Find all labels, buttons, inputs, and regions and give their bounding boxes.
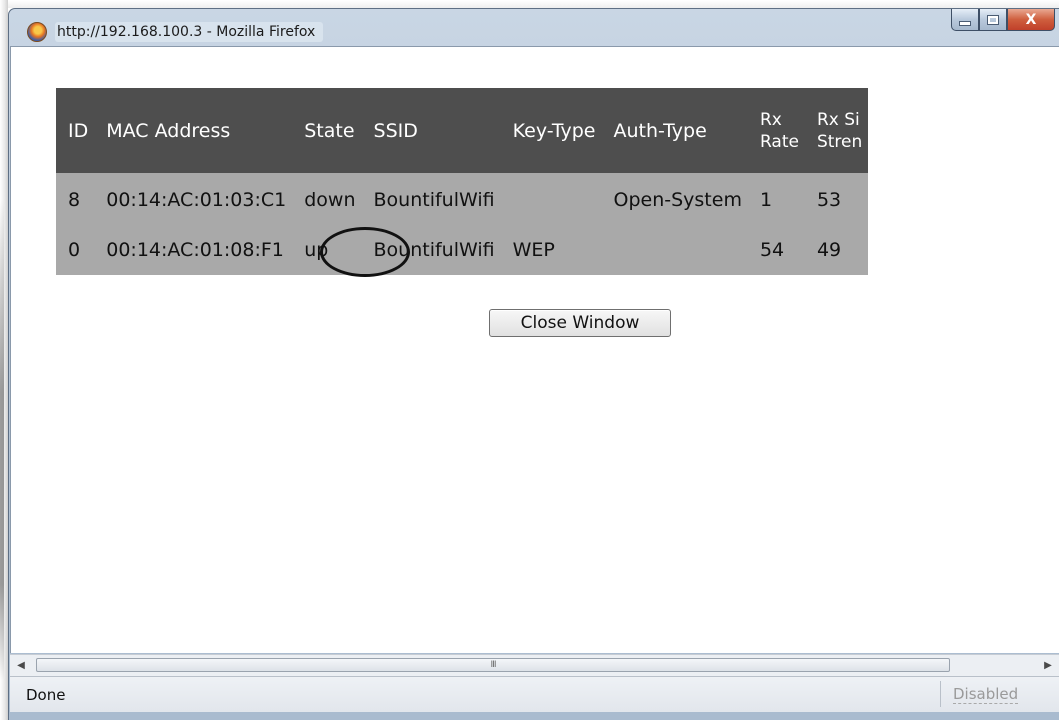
column-header-auth-type: Auth-Type	[613, 119, 707, 142]
column-header-id: ID	[68, 119, 89, 142]
maximize-button[interactable]	[979, 9, 1007, 31]
cell-rx-signal: 49	[816, 239, 842, 261]
table-row: 8 00:14:AC:01:03:C1 down BountifulWifi O…	[56, 173, 868, 225]
scrollbar-thumb[interactable]: III	[36, 658, 950, 672]
close-icon: X	[1025, 11, 1037, 28]
desktop-background-top	[0, 0, 1059, 8]
cell-mac: 00:14:AC:01:08:F1	[106, 239, 284, 261]
cell-key-type: WEP	[512, 239, 555, 261]
cell-rx-signal: 53	[816, 189, 842, 211]
column-header-rx-signal: Rx Si Stren	[816, 109, 863, 152]
status-text: Done	[26, 686, 66, 704]
column-header-state: State	[304, 119, 355, 142]
page-content: ID MAC Address State SSID Key-Type Auth-…	[10, 46, 1059, 653]
status-disabled-indicator[interactable]: Disabled	[953, 686, 1019, 704]
cell-state: up	[304, 239, 329, 261]
cell-id: 0	[68, 239, 81, 261]
scroll-left-arrow-icon[interactable]: ◀	[10, 655, 32, 676]
cell-key-type	[501, 173, 602, 225]
cell-mac: 00:14:AC:01:03:C1	[106, 189, 287, 211]
cell-ssid: BountifulWifi	[373, 239, 495, 261]
wireless-clients-table: ID MAC Address State SSID Key-Type Auth-…	[56, 88, 869, 275]
firefox-icon	[27, 22, 47, 42]
window-shadow	[0, 200, 4, 680]
column-header-rx-rate: Rx Rate	[759, 109, 799, 152]
cell-id: 8	[68, 189, 81, 211]
cell-rx-rate: 54	[759, 239, 785, 261]
table-row: 0 00:14:AC:01:08:F1 up BountifulWifi WEP…	[56, 225, 868, 275]
cell-ssid: BountifulWifi	[373, 189, 495, 211]
close-window-button[interactable]: Close Window	[489, 309, 671, 337]
column-header-mac: MAC Address	[106, 119, 231, 142]
table-header-row: ID MAC Address State SSID Key-Type Auth-…	[56, 88, 869, 173]
cell-auth-type	[602, 225, 748, 275]
cell-rx-rate: 1	[759, 189, 773, 211]
cell-auth-type: Open-System	[613, 189, 742, 211]
cell-state: down	[304, 189, 356, 211]
scrollbar-grip-icon: III	[490, 660, 497, 670]
minimize-icon	[959, 20, 971, 26]
horizontal-scrollbar[interactable]: ◀ III ▶	[10, 654, 1059, 676]
status-divider	[940, 681, 941, 707]
column-header-ssid: SSID	[373, 119, 418, 142]
window-title: http://192.168.100.3 - Mozilla Firefox	[55, 22, 324, 42]
window-controls: X	[951, 9, 1055, 31]
status-bar: Done Disabled	[10, 676, 1059, 712]
maximize-icon	[987, 14, 999, 25]
minimize-button[interactable]	[951, 9, 979, 31]
column-header-key-type: Key-Type	[512, 119, 596, 142]
close-window-x-button[interactable]: X	[1007, 9, 1055, 31]
scroll-right-arrow-icon[interactable]: ▶	[1037, 655, 1059, 676]
